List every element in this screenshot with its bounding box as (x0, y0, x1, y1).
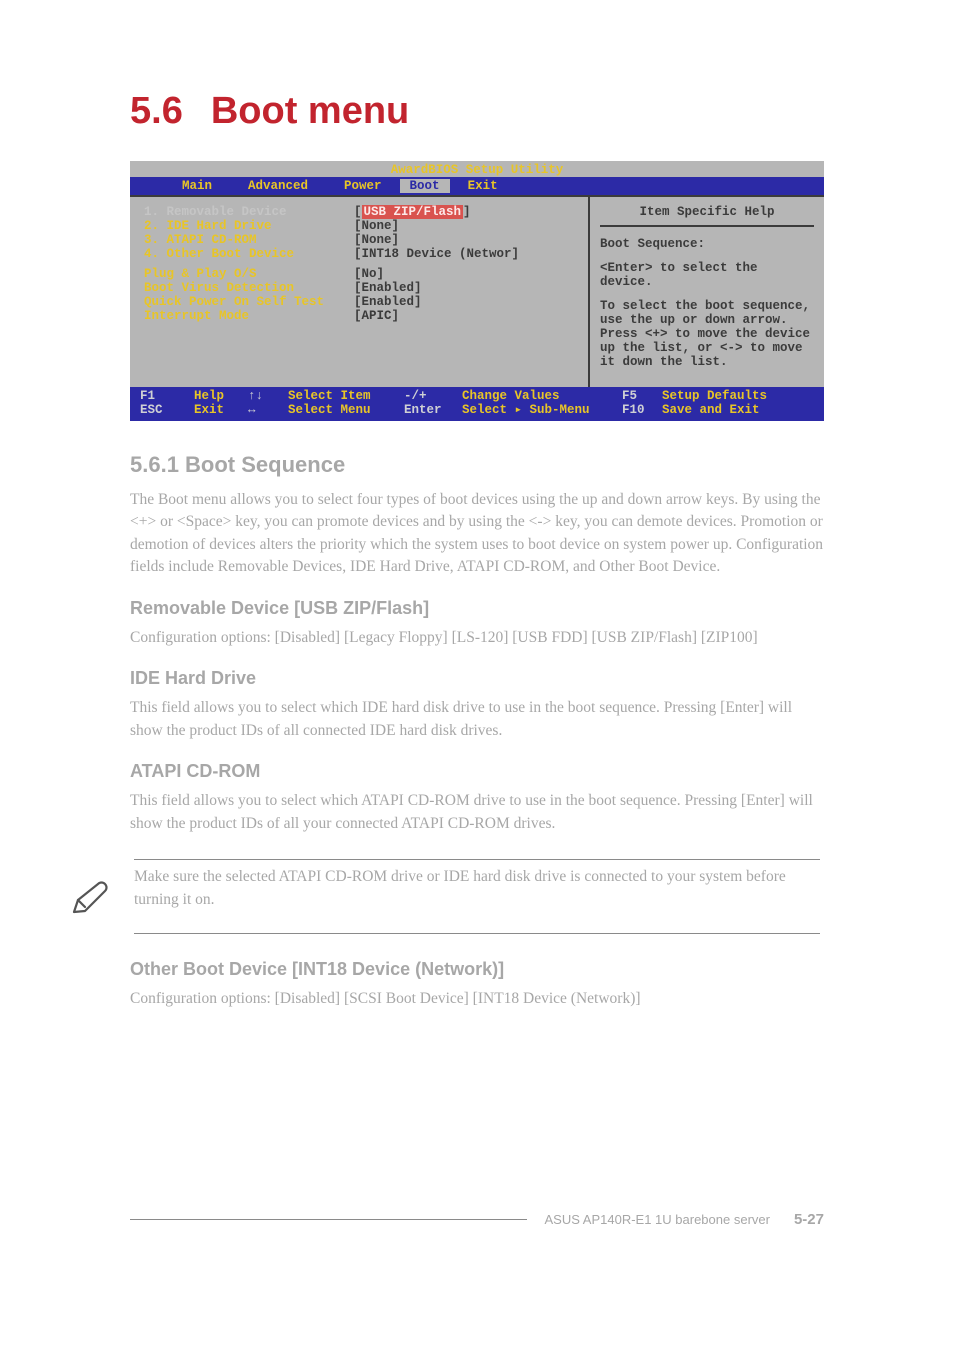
help-text: <Enter> to select the device. (600, 261, 814, 289)
key-hint-label: Select Item (288, 389, 371, 403)
config-heading: Other Boot Device [INT18 Device (Network… (130, 956, 824, 982)
section-title: Boot menu (211, 90, 409, 132)
paragraph: Configuration options: [Disabled] [Legac… (130, 627, 824, 649)
key-hint: ↔ (248, 403, 256, 417)
setting-key: Plug & Play O/S (144, 267, 354, 281)
setting-value: [APIC] (354, 309, 399, 323)
setting-value: [No] (354, 267, 384, 281)
bios-setting-row[interactable]: Plug & Play O/S[No] (144, 267, 578, 281)
key-hint-label: Select Menu (288, 403, 371, 417)
document-body: 5.6.1 Boot Sequence The Boot menu allows… (130, 421, 824, 1011)
bios-setting-row[interactable]: Quick Power On Self Test[Enabled] (144, 295, 578, 309)
key-hint: -/+ (404, 389, 427, 403)
bios-title: AwardBIOS Setup Utility (130, 161, 824, 177)
setting-value: [USB ZIP/Flash] (354, 205, 471, 219)
pencil-icon (68, 876, 110, 918)
config-heading: Removable Device [USB ZIP/Flash] (130, 595, 824, 621)
help-text: Boot Sequence: (600, 237, 814, 251)
paragraph: Configuration options: [Disabled] [SCSI … (130, 988, 824, 1010)
paragraph: This field allows you to select which ID… (130, 697, 824, 742)
bios-setting-row[interactable]: 3. ATAPI CD-ROM[None] (144, 233, 578, 247)
key-hint-label: Exit (194, 403, 224, 417)
config-heading: IDE Hard Drive (130, 665, 824, 691)
setting-key: Interrupt Mode (144, 309, 354, 323)
paragraph: The Boot menu allows you to select four … (130, 489, 824, 579)
key-hint: ↑↓ (248, 389, 263, 403)
help-text: To select the boot sequence, use the up … (600, 299, 814, 369)
tab-power[interactable]: Power (326, 179, 400, 193)
setting-value: [Enabled] (354, 295, 422, 309)
setting-value: [None] (354, 219, 399, 233)
bios-setting-row[interactable]: Boot Virus Detection[Enabled] (144, 281, 578, 295)
tab-main[interactable]: Main (164, 179, 230, 193)
note-text: Make sure the selected ATAPI CD-ROM driv… (134, 860, 820, 917)
bios-setting-row[interactable]: Interrupt Mode[APIC] (144, 309, 578, 323)
section-number: 5.6 (130, 90, 183, 132)
key-hint: ESC (140, 403, 163, 417)
bios-settings-panel: 1. Removable Device[USB ZIP/Flash]2. IDE… (130, 197, 590, 387)
setting-key: 4. Other Boot Device (144, 247, 354, 261)
tab-advanced[interactable]: Advanced (230, 179, 326, 193)
tab-boot[interactable]: Boot (400, 179, 450, 193)
setting-key: 1. Removable Device (144, 205, 354, 219)
setting-key: Quick Power On Self Test (144, 295, 354, 309)
divider (134, 933, 820, 934)
tab-exit[interactable]: Exit (450, 179, 516, 193)
paragraph: This field allows you to select which AT… (130, 790, 824, 835)
bios-setting-row[interactable]: 4. Other Boot Device[INT18 Device (Netwo… (144, 247, 578, 261)
key-hint: F10 (622, 403, 645, 417)
key-hint: F1 (140, 389, 155, 403)
bios-help-panel: Item Specific Help Boot Sequence: <Enter… (590, 197, 824, 387)
note-block: Make sure the selected ATAPI CD-ROM driv… (68, 851, 824, 942)
help-title: Item Specific Help (600, 205, 814, 227)
key-hint-label: Save and Exit (662, 403, 760, 417)
bios-menubar: Main Advanced Power Boot Exit (130, 177, 824, 195)
setting-value: [INT18 Device (Networ] (354, 247, 519, 261)
subsection-heading: 5.6.1 Boot Sequence (130, 449, 824, 481)
setting-value: [Enabled] (354, 281, 422, 295)
key-hint-label: Change Values (462, 389, 560, 403)
key-hint: F5 (622, 389, 637, 403)
setting-key: 2. IDE Hard Drive (144, 219, 354, 233)
setting-key: Boot Virus Detection (144, 281, 354, 295)
bios-screenshot: AwardBIOS Setup Utility Main Advanced Po… (130, 161, 824, 421)
page-number: 5-27 (794, 1211, 824, 1228)
key-hint-label: Setup Defaults (662, 389, 767, 403)
bios-footer: F1 Help ↑↓ Select Item -/+ Change Values… (130, 387, 824, 421)
footer-label: ASUS AP140R-E1 1U barebone server (545, 1212, 770, 1227)
setting-key: 3. ATAPI CD-ROM (144, 233, 354, 247)
section-heading: 5.6 Boot menu (130, 90, 824, 133)
setting-value: [None] (354, 233, 399, 247)
key-hint-label: Select ▸ Sub-Menu (462, 403, 590, 417)
key-hint-label: Help (194, 389, 224, 403)
divider (130, 1219, 527, 1220)
bios-setting-row[interactable]: 2. IDE Hard Drive[None] (144, 219, 578, 233)
bios-setting-row[interactable]: 1. Removable Device[USB ZIP/Flash] (144, 205, 578, 219)
key-hint: Enter (404, 403, 442, 417)
config-heading: ATAPI CD-ROM (130, 758, 824, 784)
page-footer: ASUS AP140R-E1 1U barebone server 5-27 (130, 1211, 824, 1278)
